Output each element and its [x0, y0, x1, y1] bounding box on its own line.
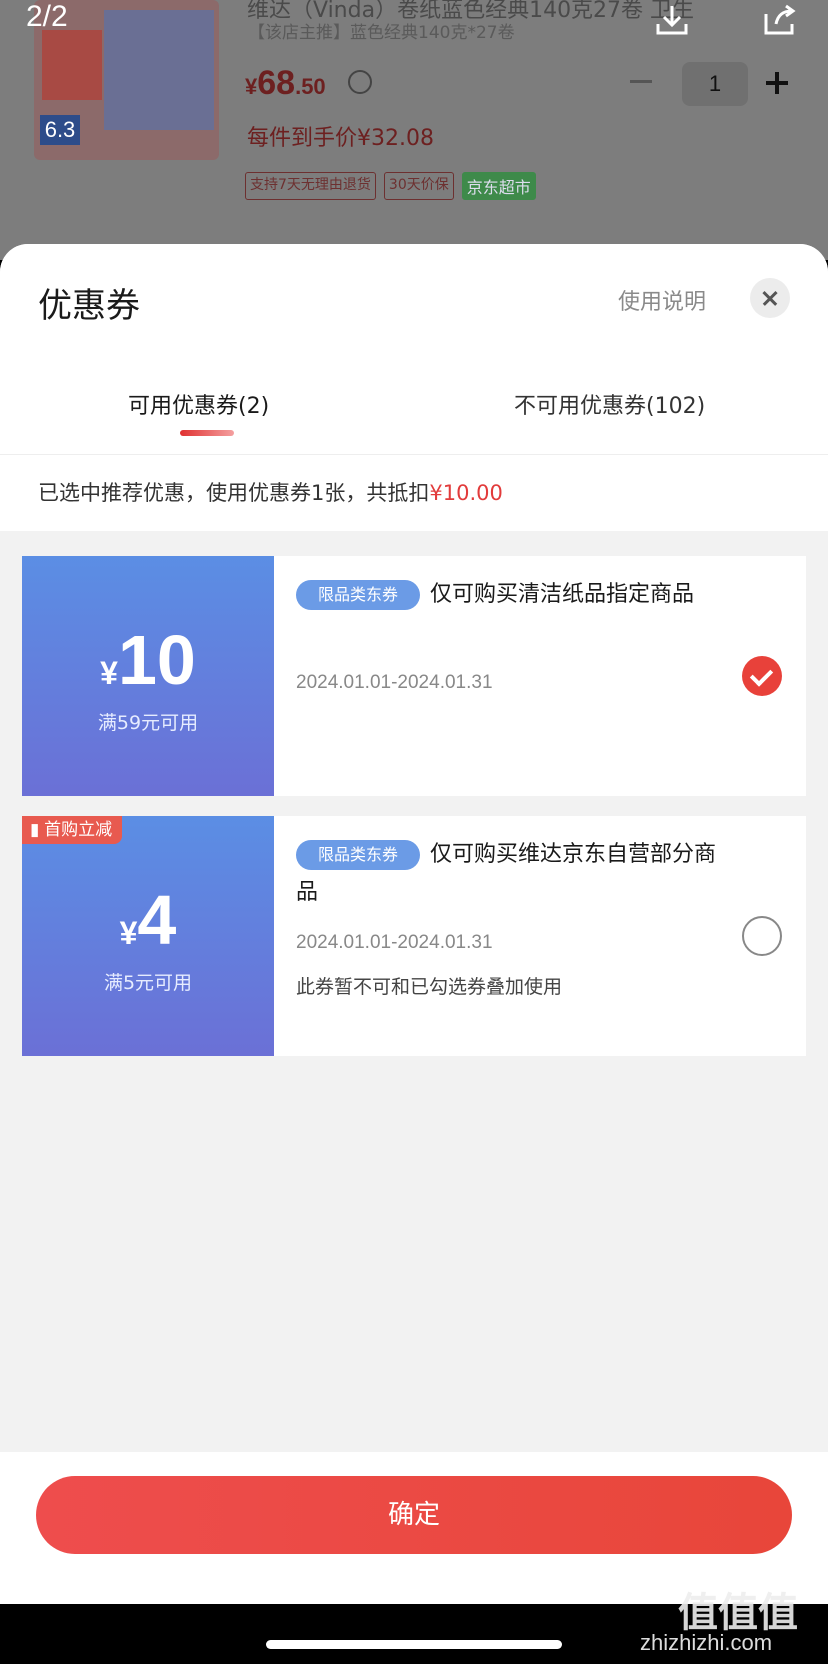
per-item-price: 每件到手价¥32.08 — [247, 126, 434, 151]
home-indicator[interactable] — [266, 1640, 562, 1649]
product-image-label: 6.3 — [40, 115, 80, 145]
product-image-banner — [42, 30, 102, 100]
coupon-card[interactable]: ¥10 满59元可用 限品类东券 仅可购买清洁纸品指定商品 2024.01.01… — [16, 556, 806, 796]
coupon-type-badge: 限品类东券 — [296, 580, 420, 610]
sheet-header: 优惠券 使用说明 可用优惠券(2) 不可用优惠券(102) — [0, 244, 828, 454]
summary-prefix: 已选中推荐优惠，使用优惠券1张，共抵扣 — [38, 481, 430, 505]
download-icon[interactable] — [654, 4, 690, 36]
coupon-date-range: 2024.01.01-2024.01.31 — [296, 672, 493, 693]
coupon-date-range: 2024.01.01-2024.01.31 — [296, 932, 493, 953]
confirm-button[interactable]: 确定 — [36, 1476, 792, 1554]
tab-available[interactable]: 可用优惠券(2) — [128, 388, 269, 420]
selected-check-icon[interactable] — [742, 656, 782, 696]
coupon-card[interactable]: ¥4 满5元可用 ▮ 首购立减 限品类东券 仅可购买维达京东自营部分商 品 20… — [16, 816, 806, 1056]
tag-return: 支持7天无理由退货 — [245, 172, 376, 200]
coupon-currency: ¥ — [100, 655, 118, 691]
summary-amount: ¥10.00 — [429, 481, 503, 505]
coupon-value: 4 — [137, 881, 177, 959]
coupon-value-panel: ¥4 满5元可用 ▮ 首购立减 — [16, 816, 274, 1056]
coupon-amount: ¥4 — [22, 880, 274, 960]
coupon-amount: ¥10 — [22, 620, 274, 700]
coupon-condition: 满59元可用 — [97, 712, 199, 734]
gift-icon: ▮ — [30, 820, 40, 839]
ribbon-label: 首购立减 — [44, 820, 113, 839]
summary-text: 已选中推荐优惠，使用优惠券1张，共抵扣¥10.00 — [38, 477, 503, 507]
product-subtitle: 【该店主推】蓝色经典140克*27卷 — [248, 23, 515, 43]
coupon-currency: ¥ — [119, 915, 138, 951]
minus-icon[interactable] — [630, 80, 652, 83]
plus-icon[interactable] — [766, 72, 788, 94]
price-symbol: ¥ — [245, 74, 258, 99]
product-image-pack — [104, 10, 214, 130]
coupon-sheet: 优惠券 使用说明 可用优惠券(2) 不可用优惠券(102) 已选中推荐优惠，使用… — [0, 244, 828, 1604]
watermark-url: zhizhizhi.com — [640, 1630, 773, 1655]
product-price: ¥68.50 — [245, 64, 326, 103]
tab-unavailable[interactable]: 不可用优惠券(102) — [514, 388, 705, 420]
tag-price-protect: 30天价保 — [383, 172, 454, 200]
quantity-field[interactable]: 1 — [682, 62, 748, 106]
sheet-title: 优惠券 — [38, 286, 140, 326]
unselected-radio[interactable] — [742, 916, 782, 956]
coupon-stack-note: 此券暂不可和已勾选券叠加使用 — [296, 976, 563, 998]
tag-jd-supermarket: 京东超市 — [461, 172, 536, 200]
usage-help-link[interactable]: 使用说明 — [618, 284, 706, 316]
product-tags: 支持7天无理由退货 30天价保 京东超市 — [245, 172, 536, 200]
first-purchase-ribbon: ▮ 首购立减 — [22, 816, 123, 844]
selection-summary: 已选中推荐优惠，使用优惠券1张，共抵扣¥10.00 — [0, 454, 828, 531]
coupon-value: 10 — [117, 621, 196, 699]
coupon-description: 仅可购买维达京东自营部分商 — [430, 842, 717, 867]
coupon-condition: 满5元可用 — [103, 972, 193, 994]
share-icon[interactable] — [762, 4, 798, 36]
image-counter: 2/2 — [26, 0, 68, 33]
coupon-description: 仅可购买清洁纸品指定商品 — [430, 582, 695, 607]
close-icon[interactable] — [750, 278, 790, 318]
coupon-type-badge: 限品类东券 — [296, 840, 420, 870]
product-background: 6.3 维达（Vinda）卷纸蓝色经典140克27卷 卫生 【该店主推】蓝色经典… — [0, 0, 828, 260]
price-decimal: .50 — [295, 74, 326, 99]
coupon-description-continued: 品 — [296, 880, 319, 905]
price-integer: 68 — [257, 64, 296, 102]
active-tab-indicator — [180, 430, 234, 436]
info-icon[interactable] — [348, 70, 372, 94]
coupon-value-panel: ¥10 满59元可用 — [16, 556, 274, 796]
